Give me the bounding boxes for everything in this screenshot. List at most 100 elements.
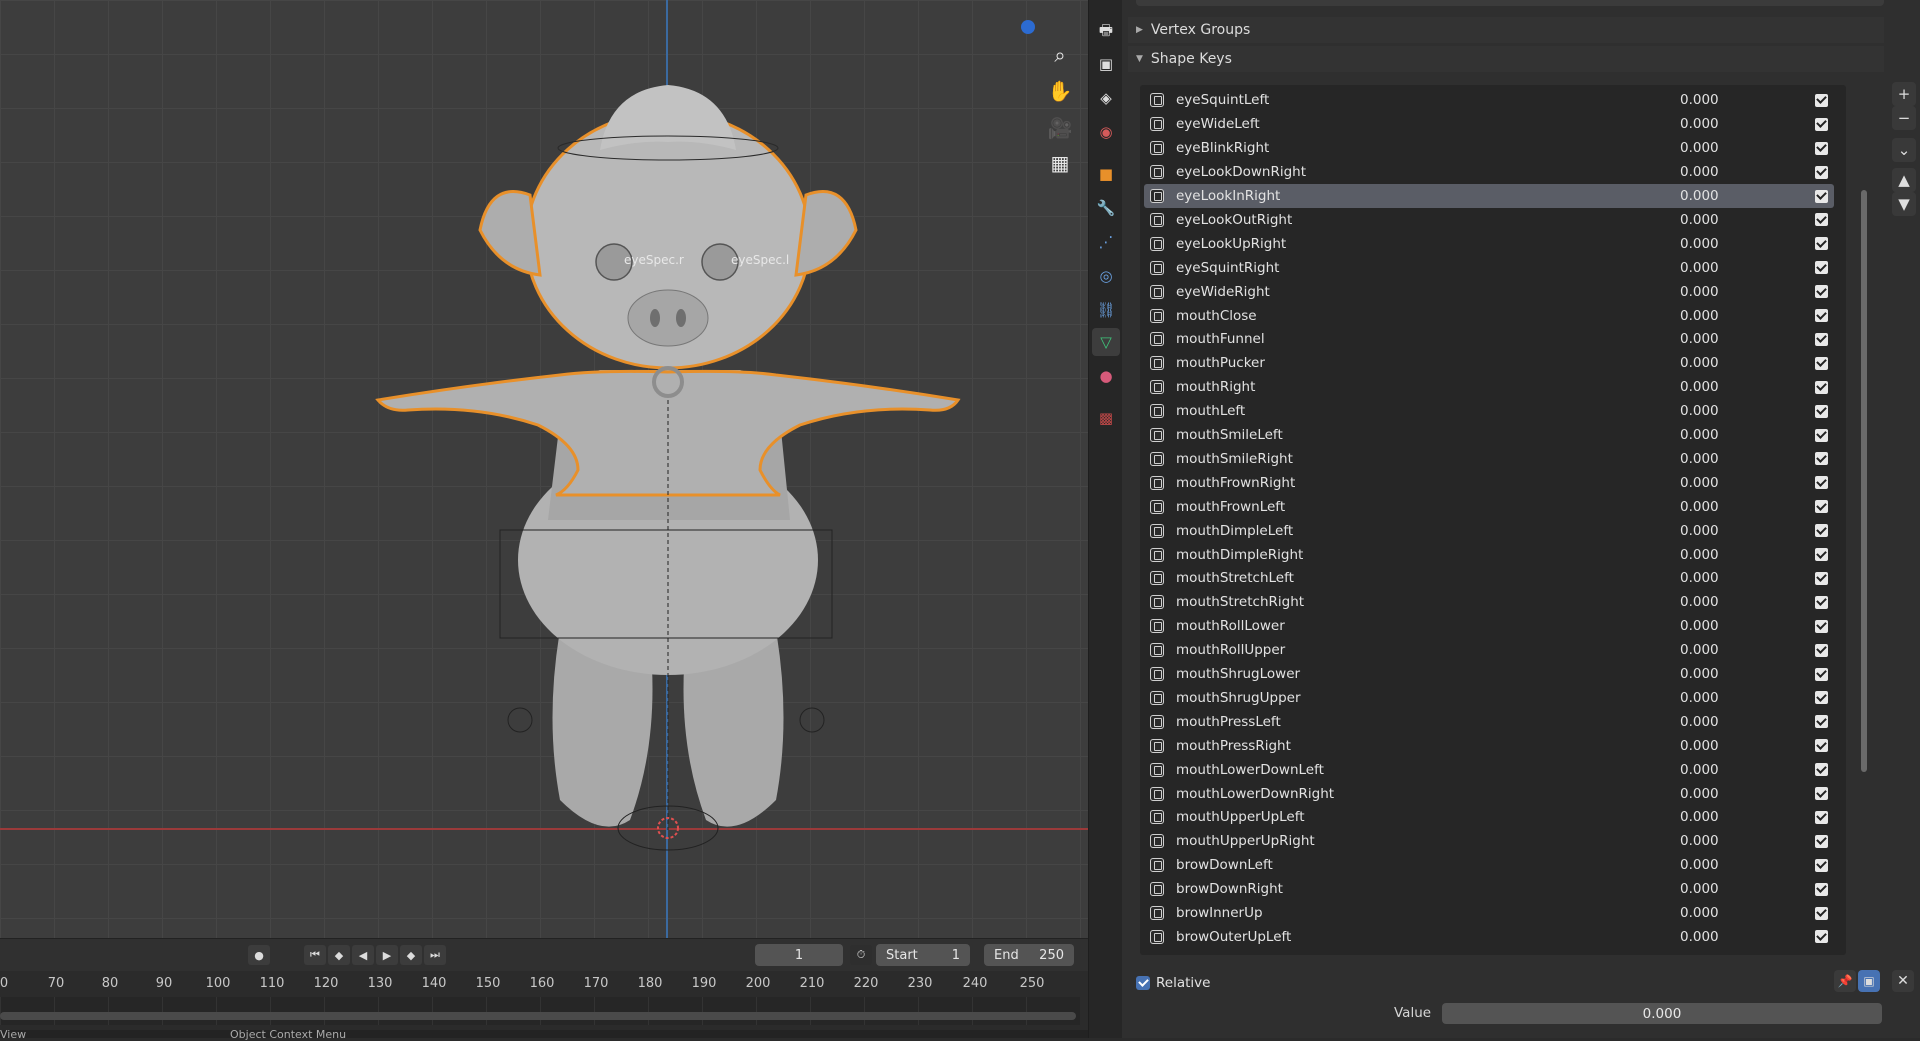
shape-key-value[interactable]: 0.000 bbox=[1680, 236, 1719, 252]
shape-key-mute-checkbox[interactable] bbox=[1815, 787, 1828, 801]
shape-key-mute-checkbox[interactable] bbox=[1815, 930, 1828, 944]
view-orientation-dot[interactable] bbox=[1021, 20, 1035, 34]
record-icon[interactable]: ● bbox=[248, 945, 270, 965]
shape-key-value[interactable]: 0.000 bbox=[1680, 403, 1719, 419]
add-shape-key-button[interactable]: + bbox=[1892, 82, 1916, 106]
shape-key-value[interactable]: 0.000 bbox=[1680, 260, 1719, 276]
play-reverse-icon[interactable]: ◀ bbox=[352, 945, 374, 965]
shape-key-mute-checkbox[interactable] bbox=[1815, 452, 1828, 466]
relative-checkbox[interactable] bbox=[1136, 976, 1150, 990]
shape-key-mute-checkbox[interactable] bbox=[1815, 404, 1828, 418]
constraints-tab-icon[interactable]: ⛓ bbox=[1092, 296, 1120, 324]
list-item[interactable]: mouthFrownLeft 0.000 bbox=[1144, 495, 1834, 519]
shape-key-value[interactable]: 0.000 bbox=[1680, 92, 1719, 108]
shape-key-value[interactable]: 0.000 bbox=[1680, 427, 1719, 443]
shape-key-value[interactable]: 0.000 bbox=[1680, 738, 1719, 754]
list-item[interactable]: mouthShrugUpper 0.000 bbox=[1144, 686, 1834, 710]
next-keyframe-icon[interactable]: ◆ bbox=[400, 945, 422, 965]
shape-key-mute-checkbox[interactable] bbox=[1815, 189, 1828, 203]
list-item[interactable]: mouthRollUpper 0.000 bbox=[1144, 638, 1834, 662]
list-item[interactable]: mouthPressLeft 0.000 bbox=[1144, 710, 1834, 734]
shape-key-mute-checkbox[interactable] bbox=[1815, 380, 1828, 394]
current-frame-field[interactable]: 1 bbox=[755, 944, 843, 966]
list-item[interactable]: eyeBlinkRight 0.000 bbox=[1144, 136, 1834, 160]
shape-key-value[interactable]: 0.000 bbox=[1680, 809, 1719, 825]
list-item[interactable]: eyeLookOutRight 0.000 bbox=[1144, 208, 1834, 232]
vertex-groups-panel-header[interactable]: ▶ Vertex Groups bbox=[1128, 17, 1884, 43]
timeline-editor[interactable]: ● ⏮ ◆ ◀ ▶ ◆ ⏭ 1 ⏱ Start 1 End 250 0 70 8… bbox=[0, 938, 1088, 1038]
shape-key-mute-checkbox[interactable] bbox=[1815, 595, 1828, 609]
shape-key-value[interactable]: 0.000 bbox=[1680, 618, 1719, 634]
timeline-scrollbar[interactable] bbox=[0, 1012, 1076, 1020]
move-down-button[interactable]: ▼ bbox=[1892, 192, 1916, 216]
jump-start-icon[interactable]: ⏮ bbox=[304, 945, 326, 965]
shape-key-mute-checkbox[interactable] bbox=[1815, 500, 1828, 514]
shape-keys-panel-header[interactable]: ▼ Shape Keys bbox=[1128, 46, 1884, 72]
object-tab-icon[interactable]: ■ bbox=[1092, 160, 1120, 188]
list-item[interactable]: eyeWideRight 0.000 bbox=[1144, 280, 1834, 304]
shape-key-mute-checkbox[interactable] bbox=[1815, 524, 1828, 538]
shape-key-mute-checkbox[interactable] bbox=[1815, 93, 1828, 107]
shape-key-mute-checkbox[interactable] bbox=[1815, 356, 1828, 370]
shape-key-value[interactable]: 0.000 bbox=[1680, 308, 1719, 324]
shape-key-mute-checkbox[interactable] bbox=[1815, 739, 1828, 753]
camera-icon[interactable]: 🎥 bbox=[1045, 113, 1075, 143]
shape-key-value[interactable]: 0.000 bbox=[1680, 642, 1719, 658]
shape-key-list-scrollbar[interactable] bbox=[1861, 190, 1867, 772]
render-tab-icon[interactable]: 🖶 bbox=[1092, 18, 1120, 46]
output-tab-icon[interactable]: ▣ bbox=[1092, 50, 1120, 78]
shape-key-value[interactable]: 0.000 bbox=[1680, 355, 1719, 371]
view-layer-tab-icon[interactable]: ◈ bbox=[1092, 84, 1120, 112]
list-item[interactable]: mouthLowerDownLeft 0.000 bbox=[1144, 758, 1834, 782]
shape-key-mute-checkbox[interactable] bbox=[1815, 165, 1828, 179]
list-item[interactable]: mouthShrugLower 0.000 bbox=[1144, 662, 1834, 686]
shape-key-value[interactable]: 0.000 bbox=[1680, 929, 1719, 945]
scene-tab-icon[interactable]: ◉ bbox=[1092, 118, 1120, 146]
jump-end-icon[interactable]: ⏭ bbox=[424, 945, 446, 965]
shape-key-value[interactable]: 0.000 bbox=[1680, 140, 1719, 156]
shape-key-value[interactable]: 0.000 bbox=[1680, 714, 1719, 730]
move-up-button[interactable]: ▲ bbox=[1892, 168, 1916, 192]
shape-key-value[interactable]: 0.000 bbox=[1680, 164, 1719, 180]
shape-key-value[interactable]: 0.000 bbox=[1680, 666, 1719, 682]
stopwatch-icon[interactable]: ⏱ bbox=[850, 945, 872, 965]
shape-key-value[interactable]: 0.000 bbox=[1680, 499, 1719, 515]
material-tab-icon[interactable]: ● bbox=[1092, 362, 1120, 390]
shape-key-value[interactable]: 0.000 bbox=[1680, 762, 1719, 778]
shape-key-mute-checkbox[interactable] bbox=[1815, 571, 1828, 585]
shape-key-mute-checkbox[interactable] bbox=[1815, 332, 1828, 346]
shape-key-mute-checkbox[interactable] bbox=[1815, 117, 1828, 131]
list-item[interactable]: mouthLowerDownRight 0.000 bbox=[1144, 782, 1834, 806]
hand-pan-icon[interactable]: ✋ bbox=[1045, 76, 1075, 106]
shape-key-value[interactable]: 0.000 bbox=[1680, 379, 1719, 395]
list-item[interactable]: eyeSquintRight 0.000 bbox=[1144, 256, 1834, 280]
list-item[interactable]: mouthClose 0.000 bbox=[1144, 304, 1834, 328]
shape-key-value[interactable]: 0.000 bbox=[1680, 116, 1719, 132]
shape-key-mute-checkbox[interactable] bbox=[1815, 619, 1828, 633]
grid-icon[interactable]: ▦ bbox=[1045, 148, 1075, 178]
zoom-icon[interactable]: ⌕ bbox=[1045, 40, 1075, 70]
list-item[interactable]: mouthUpperUpLeft 0.000 bbox=[1144, 806, 1834, 830]
list-item[interactable]: mouthDimpleLeft 0.000 bbox=[1144, 519, 1834, 543]
pig-character-model[interactable] bbox=[0, 0, 1088, 938]
list-item[interactable]: browDownRight 0.000 bbox=[1144, 877, 1834, 901]
shape-key-value[interactable]: 0.000 bbox=[1680, 833, 1719, 849]
shape-key-specials-chevron-down-icon[interactable]: ⌄ bbox=[1892, 138, 1916, 162]
shape-key-value[interactable]: 0.000 bbox=[1680, 331, 1719, 347]
list-item[interactable]: eyeSquintLeft 0.000 bbox=[1144, 89, 1834, 113]
prev-keyframe-icon[interactable]: ◆ bbox=[328, 945, 350, 965]
list-item[interactable]: mouthFrownRight 0.000 bbox=[1144, 471, 1834, 495]
clear-shape-key-close-icon[interactable]: ✕ bbox=[1892, 970, 1914, 992]
timeline-track-area[interactable] bbox=[0, 997, 1080, 1025]
shape-key-mute-checkbox[interactable] bbox=[1815, 810, 1828, 824]
shape-key-mute-checkbox[interactable] bbox=[1815, 906, 1828, 920]
shape-key-value[interactable]: 0.000 bbox=[1680, 594, 1719, 610]
list-item[interactable]: browDownLeft 0.000 bbox=[1144, 853, 1834, 877]
shape-key-mute-checkbox[interactable] bbox=[1815, 834, 1828, 848]
relative-checkbox-row[interactable]: Relative bbox=[1136, 972, 1210, 994]
shape-key-mute-checkbox[interactable] bbox=[1815, 285, 1828, 299]
pin-icon[interactable]: 📌 bbox=[1834, 970, 1856, 992]
shape-key-value[interactable]: 0.000 bbox=[1680, 690, 1719, 706]
shape-key-value[interactable]: 0.000 bbox=[1680, 570, 1719, 586]
shape-key-value[interactable]: 0.000 bbox=[1680, 905, 1719, 921]
